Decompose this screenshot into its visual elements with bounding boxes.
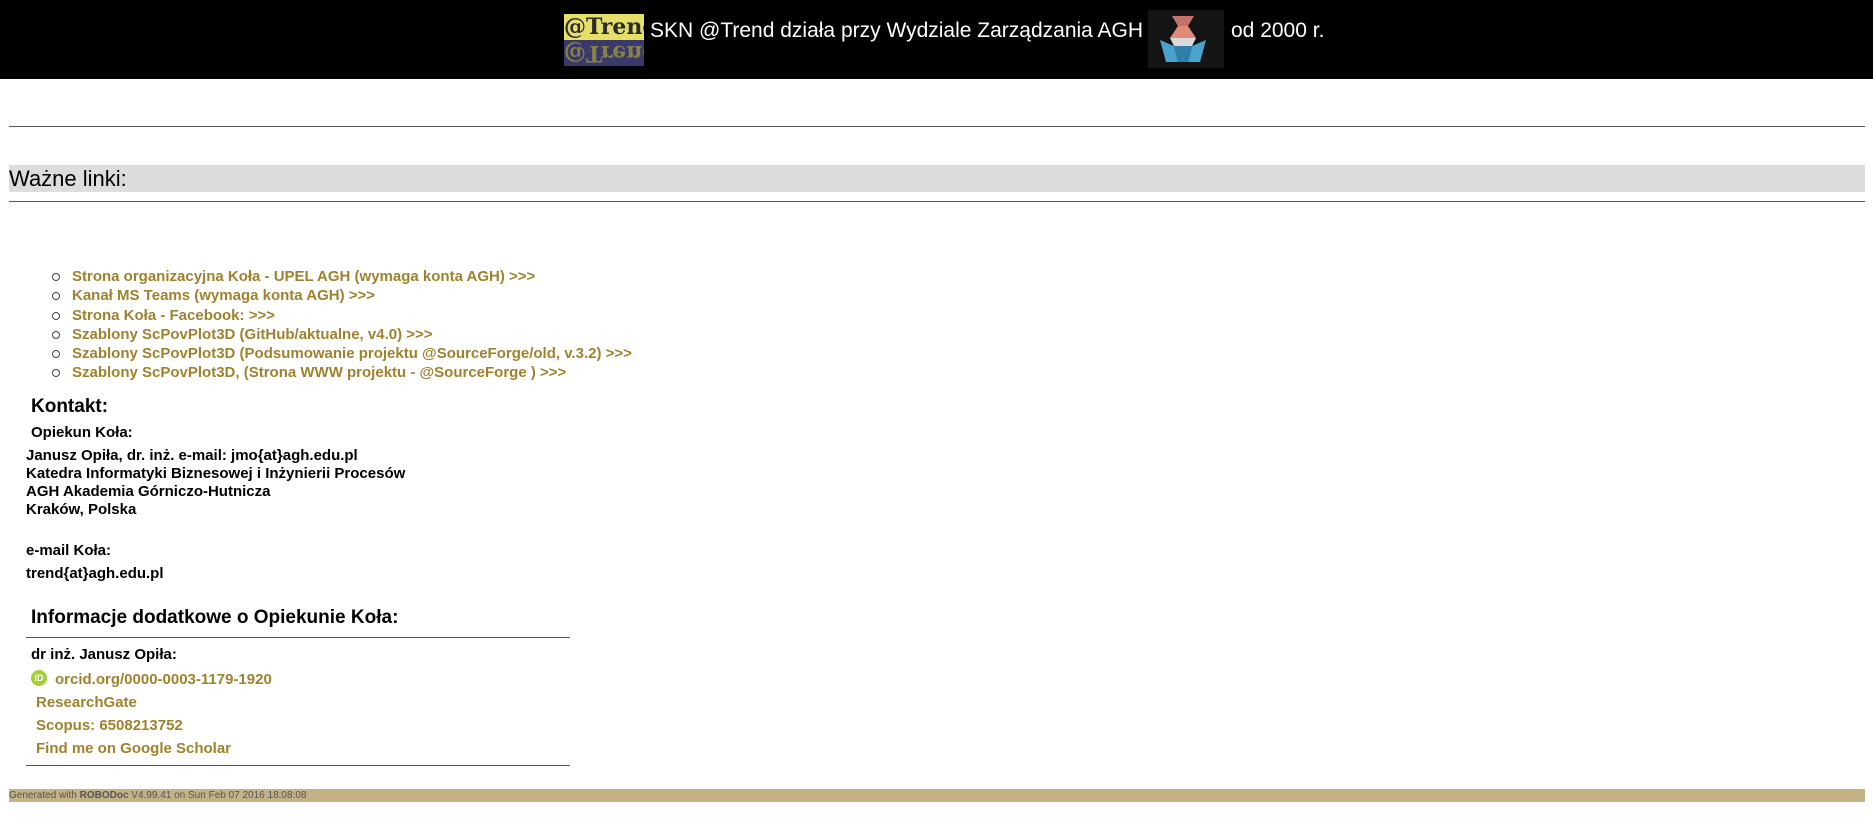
- list-item: Kanał MS Teams (wymaga konta AGH) >>>: [52, 286, 632, 305]
- list-item: Szablony ScPovPlot3D, (Strona WWW projek…: [52, 363, 632, 382]
- divider: [9, 126, 1865, 127]
- supervisor-address: Janusz Opiła, dr. inż. e-mail: jmo{at}ag…: [26, 447, 405, 519]
- trend-logo: @Trend @Trend: [564, 14, 644, 66]
- club-email-value: trend{at}agh.edu.pl: [26, 565, 164, 582]
- supervisor-name: dr inż. Janusz Opiła:: [31, 646, 177, 663]
- contact-heading: Kontakt:: [31, 396, 109, 417]
- circle-bullet-icon: [52, 273, 60, 281]
- important-links-list: Strona organizacyjna Koła - UPEL AGH (wy…: [52, 267, 632, 383]
- top-banner: @Trend @Trend SKN @Trend działa przy Wyd…: [0, 0, 1873, 79]
- banner-text: SKN @Trend działa przy Wydziale Zarządza…: [650, 19, 1144, 42]
- divider: [9, 201, 1865, 202]
- list-item: Szablony ScPovPlot3D (GitHub/aktualne, v…: [52, 325, 632, 344]
- address-line: AGH Akademia Górniczo-Hutnicza: [26, 483, 271, 500]
- address-line: Kraków, Polska: [26, 501, 137, 518]
- list-item: Szablony ScPovPlot3D (Podsumowanie proje…: [52, 344, 632, 363]
- divider: [26, 637, 570, 638]
- supervisor-label: Opiekun Koła:: [31, 424, 133, 441]
- orcid-link[interactable]: orcid.org/0000-0003-1179-1920: [55, 671, 272, 688]
- orcid-icon: iD: [31, 670, 47, 686]
- trend-logo-reflection: @Trend: [564, 40, 644, 66]
- footer-suffix: V4.99.41 on Sun Feb 07 2016 18:08:08: [128, 790, 307, 801]
- footer: Generated with ROBODoc V4.99.41 on Sun F…: [9, 789, 1865, 802]
- link-upel[interactable]: Strona organizacyjna Koła - UPEL AGH (wy…: [72, 268, 535, 285]
- link-github-templates[interactable]: Szablony ScPovPlot3D (GitHub/aktualne, v…: [72, 326, 433, 343]
- list-item: Strona organizacyjna Koła - UPEL AGH (wy…: [52, 267, 632, 286]
- footer-prefix: Generated with: [9, 790, 80, 801]
- link-ms-teams[interactable]: Kanał MS Teams (wymaga konta AGH) >>>: [72, 287, 375, 304]
- footer-tool-link[interactable]: ROBODoc: [80, 790, 129, 801]
- link-sourceforge-summary[interactable]: Szablony ScPovPlot3D (Podsumowanie proje…: [72, 345, 632, 362]
- additional-info-heading: Informacje dodatkowe o Opiekunie Koła:: [31, 607, 399, 628]
- researchgate-link[interactable]: ResearchGate: [36, 694, 137, 711]
- address-line: Janusz Opiła, dr. inż. e-mail: jmo{at}ag…: [26, 447, 358, 464]
- circle-bullet-icon: [52, 330, 60, 339]
- circle-bullet-icon: [52, 350, 60, 359]
- circle-bullet-icon: [52, 311, 60, 320]
- divider: [26, 765, 570, 766]
- agh-logo-icon: [1160, 16, 1206, 62]
- club-email-label: e-mail Koła:: [26, 542, 112, 559]
- google-scholar-link[interactable]: Find me on Google Scholar: [36, 740, 231, 757]
- banner-since-text: od 2000 r.: [1231, 19, 1325, 42]
- link-sourceforge-www[interactable]: Szablony ScPovPlot3D, (Strona WWW projek…: [72, 364, 566, 381]
- scopus-link[interactable]: Scopus: 6508213752: [36, 717, 183, 734]
- list-item: Strona Koła - Facebook: >>>: [52, 306, 632, 325]
- circle-bullet-icon: [52, 292, 60, 301]
- agh-logo: [1148, 10, 1224, 68]
- section-title-important-links: Ważne linki:: [9, 165, 1865, 192]
- link-facebook[interactable]: Strona Koła - Facebook: >>>: [72, 307, 275, 324]
- circle-bullet-icon: [52, 369, 60, 378]
- address-line: Katedra Informatyki Biznesowej i Inżynie…: [26, 465, 406, 482]
- trend-logo-text: @Trend: [564, 14, 644, 40]
